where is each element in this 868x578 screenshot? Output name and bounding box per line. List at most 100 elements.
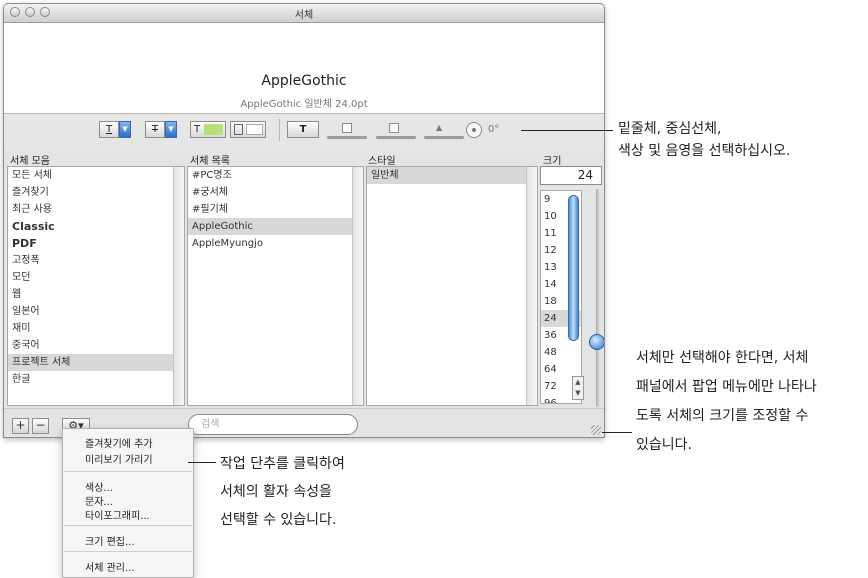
document-color-swatch (246, 124, 263, 135)
shadow-icon: T (299, 124, 307, 135)
list-item[interactable]: AppleMyungjo (188, 235, 363, 252)
document-color-button[interactable] (230, 121, 266, 138)
list-item-selected[interactable]: 일반체 (367, 167, 537, 184)
callout-top-line: 색상 및 음영을 선택하십시오. (618, 143, 791, 159)
shadow-opacity-slider[interactable] (327, 136, 367, 139)
menu-separator (64, 525, 192, 526)
list-item[interactable]: 중국어 (8, 337, 184, 354)
callout-right-line: 도록 서체의 크기를 조정할 수 (636, 408, 809, 424)
text-color-button[interactable]: T (190, 121, 226, 138)
action-menu: 즐겨찾기에 추가 미리보기 가리기 색상... 문자... 타이포그래피... … (62, 428, 194, 578)
list-item[interactable]: 즐겨찾기 (8, 184, 184, 201)
list-item-selected[interactable]: 프로젝트 서체 (8, 354, 184, 371)
menu-separator (64, 471, 192, 472)
collections-header: 서체 모음 (10, 156, 50, 167)
menu-item-color[interactable]: 색상... (85, 479, 113, 494)
chevron-up-icon: ▲ (575, 378, 581, 386)
menu-item-add-favorite[interactable]: 즐겨찾기에 추가 (85, 435, 153, 450)
shadow-opacity-knob[interactable] (342, 123, 352, 133)
list-item[interactable]: 웹 (8, 286, 184, 303)
shadow-angle-value: 0° (488, 124, 500, 135)
window-title: 서체 (294, 10, 314, 21)
chevron-down-icon: ▼ (168, 125, 174, 133)
list-item-selected[interactable]: AppleGothic (188, 218, 363, 235)
family-scrollbar[interactable] (352, 167, 363, 405)
family-list[interactable]: #PC명조 #궁서체 #필기체 AppleGothic AppleMyungjo (187, 166, 364, 406)
underline-button[interactable]: T (99, 121, 119, 138)
menu-item-characters[interactable]: 문자... (85, 493, 113, 508)
shadow-button[interactable]: T (287, 121, 319, 138)
shadow-blur-slider[interactable] (376, 136, 416, 139)
title-bar[interactable]: 서체 (4, 4, 604, 23)
callout-right-line: 패널에서 팝업 메뉴에만 나타나 (636, 379, 817, 395)
callout-bottom: 작업 단추를 클릭하여 서체의 활자 속성을 선택할 수 있습니다. (220, 450, 345, 534)
callout-line-right (602, 432, 632, 433)
callout-top: 밑줄체, 중심선체, 색상 및 음영을 선택하십시오. (618, 118, 790, 162)
size-list-scroller[interactable] (568, 195, 579, 341)
collections-list[interactable]: 모든 서체 즐겨찾기 최근 사용 Classic PDF 고정폭 모던 웹 일본… (7, 166, 185, 406)
callout-right-line: 있습니다. (636, 437, 692, 453)
text-color-icon: T (194, 124, 201, 135)
font-preview: AppleGothic AppleGothic 일반체 24.0pt (4, 23, 604, 114)
chevron-down-icon: ▼ (122, 125, 128, 133)
callout-bottom-line: 서체의 활자 속성을 (220, 484, 332, 500)
callout-right: 서체만 선택해야 한다면, 서체 패널에서 팝업 메뉴에만 나타나 도록 서체의… (636, 344, 817, 460)
callout-bottom-line: 작업 단추를 클릭하여 (220, 456, 345, 472)
underline-menu-button[interactable]: ▼ (119, 121, 131, 138)
add-collection-button[interactable]: + (12, 418, 29, 434)
strikethrough-menu-button[interactable]: ▼ (165, 121, 177, 138)
list-item[interactable]: #필기체 (188, 201, 363, 218)
menu-item-edit-sizes[interactable]: 크기 편집... (85, 533, 135, 548)
size-field[interactable]: 24 (540, 166, 602, 185)
menu-separator (64, 551, 192, 552)
shadow-blur-knob[interactable] (389, 123, 399, 133)
family-header: 서체 목록 (190, 156, 230, 167)
list-item[interactable]: 재미 (8, 320, 184, 337)
typeface-list[interactable]: 일반체 (366, 166, 538, 406)
toolbar-separator (279, 119, 280, 141)
list-item[interactable]: 모든 서체 (8, 167, 184, 184)
list-item[interactable]: 고정폭 (8, 252, 184, 269)
size-list[interactable]: 9 10 11 12 13 14 18 24 36 48 64 72 96 (540, 190, 582, 404)
strikethrough-icon: T (151, 124, 159, 135)
chevron-down-icon: ▼ (575, 389, 581, 397)
list-item[interactable]: 한글 (8, 371, 184, 388)
shadow-offset-slider[interactable] (424, 136, 464, 139)
list-item[interactable]: #궁서체 (188, 184, 363, 201)
list-item[interactable]: Classic (8, 218, 184, 235)
remove-collection-button[interactable]: − (32, 418, 49, 434)
resize-grip-icon[interactable] (591, 425, 601, 435)
size-slider[interactable] (596, 189, 600, 407)
font-panel-window: 서체 AppleGothic AppleGothic 일반체 24.0pt T … (3, 3, 605, 438)
menu-item-manage-fonts[interactable]: 서체 관리... (85, 559, 135, 574)
shadow-offset-knob[interactable]: ▲ (436, 123, 446, 133)
typeface-scrollbar[interactable] (526, 167, 537, 405)
list-item[interactable]: #PC명조 (188, 167, 363, 184)
underline-icon: T (105, 124, 113, 135)
search-input[interactable]: 검색 (188, 414, 358, 435)
callout-right-line: 서체만 선택해야 한다면, 서체 (636, 350, 809, 366)
list-item[interactable]: 모던 (8, 269, 184, 286)
size-slider-knob[interactable] (589, 334, 604, 351)
effects-toolbar: T ▼ T ▼ T T ▲ 0° (4, 114, 604, 150)
strikethrough-button[interactable]: T (145, 121, 165, 138)
menu-item-typography[interactable]: 타이포그래피... (85, 507, 150, 522)
callout-top-line: 밑줄체, 중심선체, (618, 121, 722, 137)
preview-font-info: AppleGothic 일반체 24.0pt (240, 99, 368, 110)
shadow-angle-dial[interactable] (466, 122, 482, 138)
size-item[interactable]: 48 (541, 344, 581, 361)
list-item[interactable]: 일본어 (8, 303, 184, 320)
menu-item-hide-preview[interactable]: 미리보기 가리기 (85, 451, 153, 466)
size-stepper[interactable]: ▲ ▼ (572, 376, 584, 400)
document-icon (234, 124, 243, 135)
list-item[interactable]: PDF (8, 235, 184, 252)
callout-line-bottom (188, 462, 216, 463)
collections-scrollbar[interactable] (173, 167, 184, 405)
text-color-swatch (204, 124, 223, 135)
size-header: 크기 (543, 156, 562, 167)
list-item[interactable]: 최근 사용 (8, 201, 184, 218)
callout-line-top (521, 130, 613, 131)
preview-font-name: AppleGothic (261, 73, 347, 89)
typeface-header: 스타일 (368, 156, 396, 167)
callout-bottom-line: 선택할 수 있습니다. (220, 512, 337, 528)
